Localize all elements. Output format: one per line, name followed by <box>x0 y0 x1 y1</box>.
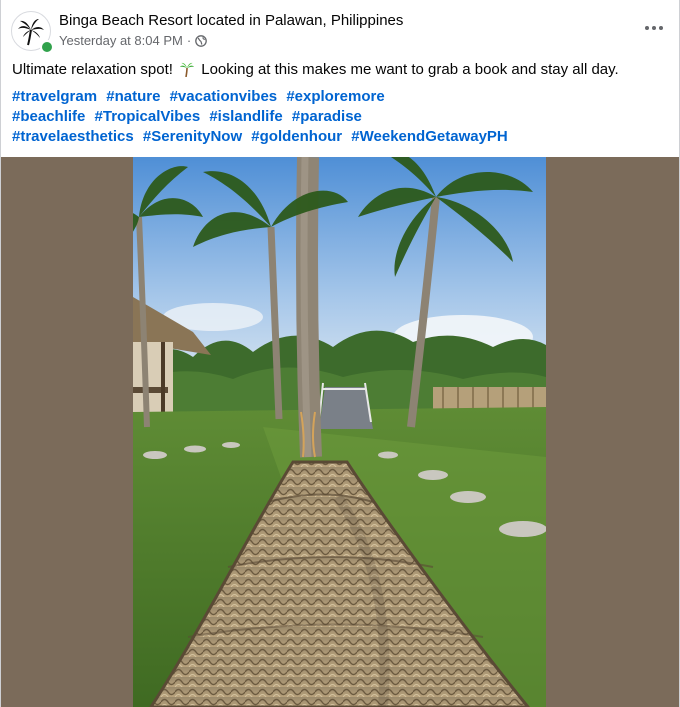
caption-text-start: Ultimate relaxation spot! <box>12 61 173 78</box>
hashtag-row-3: #travelaesthetics #SerenityNow #goldenho… <box>12 127 667 147</box>
facebook-post-card: Binga Beach Resort located in Palawan, P… <box>0 0 680 707</box>
hashtag-link[interactable]: #travelaesthetics <box>12 128 134 145</box>
page-name-link[interactable]: Binga Beach Resort located in Palawan, P… <box>59 12 403 29</box>
hashtag-link[interactable]: #SerenityNow <box>143 128 242 145</box>
meta-separator: · <box>186 33 192 48</box>
hashtag-link[interactable]: #nature <box>106 88 160 105</box>
hashtag-list: #travelgram #nature #vacationvibes #expl… <box>12 87 667 147</box>
online-status-dot <box>40 40 54 54</box>
hashtag-link[interactable]: #goldenhour <box>251 128 342 145</box>
hashtag-row-2: #beachlife #TropicalVibes #islandlife #p… <box>12 107 667 127</box>
hashtag-row-1: #travelgram #nature #vacationvibes #expl… <box>12 87 667 107</box>
hashtag-link[interactable]: #travelgram <box>12 88 97 105</box>
post-meta: Yesterday at 8:04 PM · <box>59 33 208 48</box>
garden-hammock-scene <box>133 157 546 707</box>
post-caption: Ultimate relaxation spot! Looking at thi… <box>12 60 667 83</box>
palm-tree-emoji <box>179 61 195 83</box>
globe-icon[interactable] <box>195 34 208 47</box>
page-avatar[interactable] <box>11 11 54 54</box>
post-media <box>1 157 679 707</box>
hashtag-link[interactable]: #WeekendGetawayPH <box>351 128 507 145</box>
hashtag-link[interactable]: #islandlife <box>209 108 282 125</box>
hashtag-link[interactable]: #TropicalVibes <box>95 108 201 125</box>
caption-text-end: Looking at this makes me want to grab a … <box>201 61 619 78</box>
hashtag-link[interactable]: #paradise <box>292 108 362 125</box>
hashtag-link[interactable]: #exploremore <box>286 88 384 105</box>
post-photo-hammock-garden[interactable] <box>133 157 546 707</box>
post-timestamp[interactable]: Yesterday at 8:04 PM <box>59 33 183 48</box>
post-header: Binga Beach Resort located in Palawan, P… <box>11 11 669 54</box>
hashtag-link[interactable]: #vacationvibes <box>170 88 278 105</box>
more-options-icon[interactable] <box>639 17 669 39</box>
hashtag-link[interactable]: #beachlife <box>12 108 85 125</box>
